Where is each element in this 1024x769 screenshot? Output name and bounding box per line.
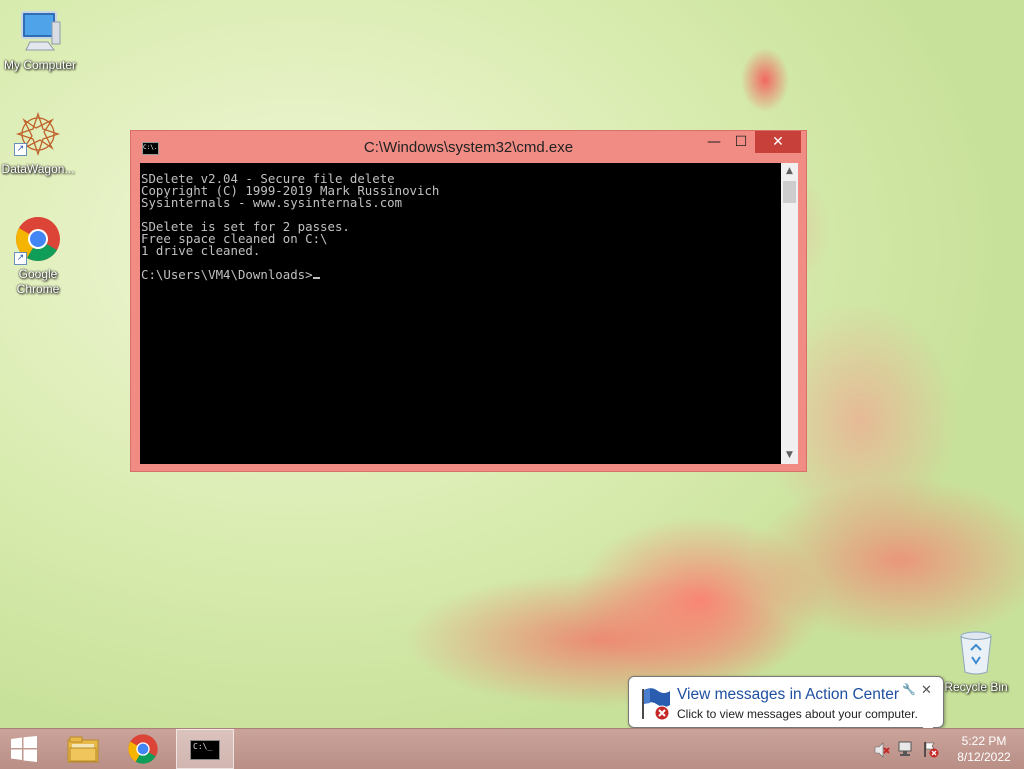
network-icon[interactable] <box>897 741 915 757</box>
desktop-icon-label: My Computer <box>3 58 77 72</box>
cmd-window[interactable]: C:\. C:\Windows\system32\cmd.exe — ☐ ✕ S… <box>130 130 807 472</box>
desktop-icon-label: DataWagon... <box>1 162 75 176</box>
cmd-taskbar-button[interactable]: C:\_ <box>176 729 234 769</box>
console-line: 1 drive cleaned. <box>141 243 261 258</box>
start-button[interactable] <box>0 729 48 769</box>
desktop-icon-google-chrome[interactable]: ↗ Google Chrome <box>0 215 78 297</box>
close-icon[interactable]: ✕ <box>921 683 932 698</box>
desktop-icon-my-computer[interactable]: My Computer <box>0 8 80 73</box>
speaker-muted-icon[interactable] <box>874 742 890 758</box>
action-center-flag-icon <box>642 688 670 721</box>
notification-title[interactable]: View messages in Action Center <box>677 686 899 704</box>
scroll-thumb[interactable] <box>783 181 796 203</box>
desktop-icon-label: Google Chrome <box>16 267 60 296</box>
shortcut-arrow-icon: ↗ <box>14 252 27 265</box>
minimize-button[interactable]: — <box>701 131 727 153</box>
system-tray <box>870 729 940 769</box>
file-explorer-button[interactable] <box>56 729 112 769</box>
desktop-icon-datawagon[interactable]: ↗ DataWagon... <box>0 110 78 177</box>
recycle-bin-icon <box>960 631 992 675</box>
clock[interactable]: 5:22 PM 8/12/2022 <box>944 733 1024 765</box>
computer-icon <box>21 11 61 51</box>
console-output[interactable]: SDelete v2.04 - Secure file delete Copyr… <box>140 163 781 464</box>
scroll-up-arrow-icon[interactable]: ▲ <box>781 163 798 180</box>
windows-logo-icon <box>11 736 37 762</box>
desktop-icon-label: Recycle Bin <box>944 680 1008 694</box>
clock-date: 8/12/2022 <box>957 750 1011 764</box>
text-cursor <box>312 277 320 279</box>
settings-wrench-icon[interactable]: 🔧 <box>902 683 916 696</box>
command-prompt: C:\Users\VM4\Downloads> <box>141 267 313 282</box>
action-center-tray-icon[interactable] <box>922 740 940 758</box>
desktop-icon-recycle-bin[interactable]: Recycle Bin <box>936 630 1016 695</box>
chrome-taskbar-button[interactable] <box>116 729 172 769</box>
action-center-notification[interactable]: View messages in Action Center Click to … <box>628 676 944 728</box>
maximize-button[interactable]: ☐ <box>728 131 754 153</box>
taskbar: C:\_ 5:22 PM 8/12/2022 <box>0 728 1024 769</box>
chrome-icon <box>128 734 158 764</box>
cmd-icon: C:\_ <box>190 740 220 760</box>
vertical-scrollbar[interactable]: ▲ ▼ <box>781 163 798 464</box>
folder-icon <box>67 736 99 763</box>
notification-message: Click to view messages about your comput… <box>677 707 918 721</box>
console-line: Sysinternals - www.sysinternals.com <box>141 195 403 210</box>
shortcut-arrow-icon: ↗ <box>14 143 27 156</box>
title-bar[interactable]: C:\. C:\Windows\system32\cmd.exe — ☐ ✕ <box>131 131 806 163</box>
scroll-down-arrow-icon[interactable]: ▼ <box>781 447 798 464</box>
clock-time: 5:22 PM <box>961 734 1007 748</box>
close-button[interactable]: ✕ <box>755 131 801 153</box>
